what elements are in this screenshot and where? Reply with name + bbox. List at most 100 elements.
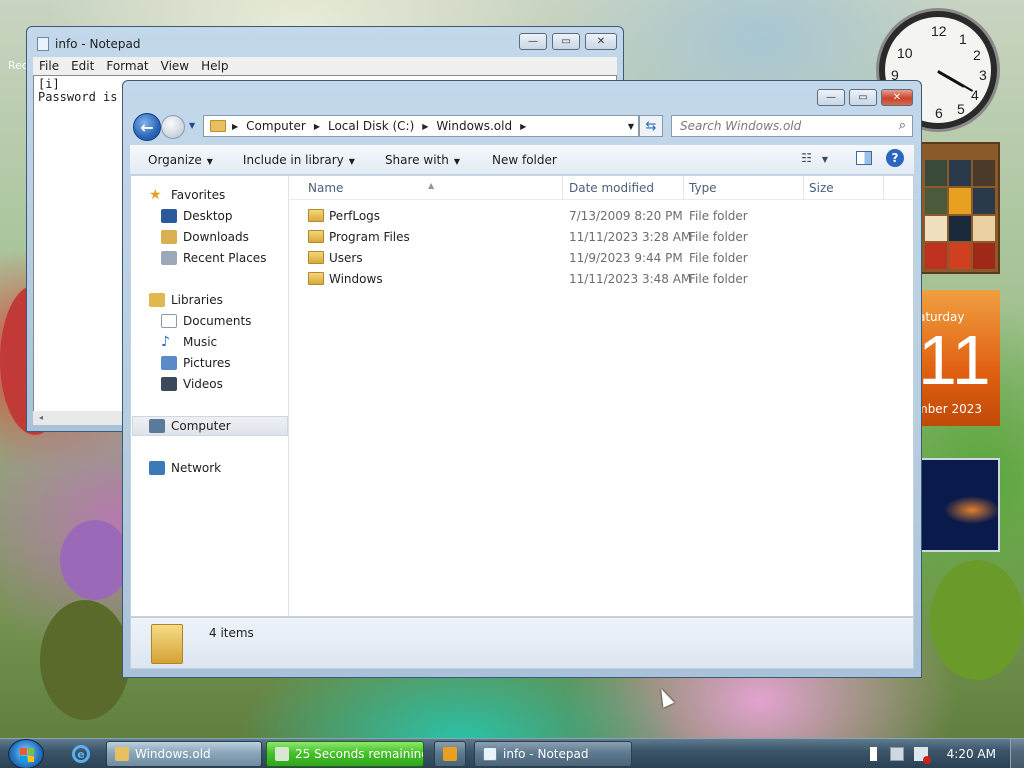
- puzzle-tile[interactable]: [973, 160, 995, 186]
- nav-network-label: Network: [171, 461, 222, 475]
- action-center-flag-icon[interactable]: [869, 747, 880, 761]
- taskbar-timer[interactable]: 25 Seconds remaining: [266, 741, 424, 767]
- nav-documents[interactable]: Documents: [161, 314, 251, 328]
- refresh-button[interactable]: ⇆: [639, 115, 663, 137]
- nav-pictures[interactable]: Pictures: [161, 356, 231, 370]
- chevron-right-icon[interactable]: ▶: [314, 122, 320, 131]
- column-divider[interactable]: [683, 176, 684, 200]
- videos-icon: [161, 377, 177, 391]
- slideshow-gadget[interactable]: [920, 458, 1000, 552]
- nav-videos[interactable]: Videos: [161, 377, 223, 391]
- taskbar-clock[interactable]: 4:20 AM: [947, 747, 996, 761]
- file-date: 7/13/2009 8:20 PM: [569, 209, 683, 223]
- search-input[interactable]: Search Windows.old ⌕: [671, 115, 913, 137]
- address-dropdown-icon[interactable]: ▼: [628, 122, 634, 131]
- network-icon[interactable]: [889, 747, 904, 761]
- nav-network[interactable]: Network: [149, 461, 221, 475]
- puzzle-tile[interactable]: [949, 215, 971, 242]
- help-icon[interactable]: ?: [886, 149, 904, 167]
- puzzle-tile[interactable]: [973, 187, 995, 214]
- preview-pane-icon[interactable]: [856, 151, 872, 165]
- search-icon[interactable]: ⌕: [899, 118, 906, 133]
- nav-documents-label: Documents: [183, 314, 252, 328]
- nav-favorites[interactable]: ★ Favorites: [149, 188, 225, 202]
- nav-music[interactable]: ♪ Music: [161, 335, 217, 349]
- menu-view[interactable]: View: [155, 57, 195, 75]
- column-type[interactable]: Type: [689, 181, 717, 195]
- explorer-window[interactable]: — ▭ ✕ ← ▼ ▶ Computer ▶ Local Disk (C:) ▶…: [122, 80, 922, 678]
- explorer-content: ★ Favorites Desktop Downloads Recent Plac…: [130, 176, 914, 617]
- address-bar[interactable]: ▶ Computer ▶ Local Disk (C:) ▶ Windows.o…: [203, 115, 639, 137]
- column-divider[interactable]: [803, 176, 804, 200]
- nav-computer[interactable]: Computer: [132, 416, 288, 436]
- puzzle-tile[interactable]: [925, 187, 947, 214]
- picture-puzzle-gadget[interactable]: [920, 142, 1000, 274]
- organize-button[interactable]: Organize ▼: [130, 153, 223, 167]
- minimize-button[interactable]: —: [817, 89, 845, 106]
- internet-explorer-icon[interactable]: e: [72, 745, 90, 763]
- puzzle-tile[interactable]: [925, 243, 947, 269]
- start-button[interactable]: [8, 739, 44, 768]
- nav-desktop[interactable]: Desktop: [161, 209, 233, 223]
- volume-muted-icon[interactable]: [913, 747, 931, 764]
- desktop-icon-recycle-bin-label[interactable]: Rec: [8, 59, 28, 72]
- file-row[interactable]: Users 11/9/2023 9:44 PM File folder: [290, 248, 913, 269]
- column-divider[interactable]: [562, 176, 563, 200]
- include-label: Include in library: [242, 152, 344, 167]
- forward-button[interactable]: [161, 115, 185, 139]
- menu-help[interactable]: Help: [195, 57, 234, 75]
- puzzle-tile[interactable]: [925, 215, 947, 242]
- show-desktop-button[interactable]: [1010, 739, 1024, 768]
- column-name[interactable]: Name: [308, 181, 343, 195]
- wallpaper-blob: [930, 560, 1024, 680]
- breadcrumb-computer[interactable]: Computer: [246, 119, 306, 133]
- folder-icon: [308, 251, 324, 264]
- view-options-icon[interactable]: ☷ ▼: [801, 151, 828, 165]
- column-size[interactable]: Size: [809, 181, 834, 195]
- file-row[interactable]: Program Files 11/11/2023 3:28 AM File fo…: [290, 227, 913, 248]
- puzzle-tile[interactable]: [973, 243, 995, 269]
- taskbar-windows-old[interactable]: Windows.old: [106, 741, 262, 767]
- column-divider[interactable]: [883, 176, 884, 200]
- maximize-button[interactable]: ▭: [849, 89, 877, 106]
- nav-libraries[interactable]: Libraries: [149, 293, 223, 307]
- share-with-button[interactable]: Share with ▼: [365, 153, 470, 167]
- chevron-right-icon[interactable]: ▶: [422, 122, 428, 131]
- file-name: Users: [329, 251, 363, 265]
- menu-file[interactable]: File: [33, 57, 65, 75]
- taskbar-media-player[interactable]: [434, 741, 466, 767]
- breadcrumb-local-disk[interactable]: Local Disk (C:): [328, 119, 414, 133]
- include-in-library-button[interactable]: Include in library ▼: [223, 153, 365, 167]
- column-header: Name ▲ Date modified Type Size: [290, 176, 913, 200]
- puzzle-tile[interactable]: [949, 160, 971, 186]
- nav-recent-places[interactable]: Recent Places: [161, 251, 266, 265]
- menu-edit[interactable]: Edit: [65, 57, 100, 75]
- taskbar-notepad[interactable]: info - Notepad: [474, 741, 632, 767]
- close-button[interactable]: ✕: [585, 33, 617, 50]
- clock-number: 12: [931, 23, 947, 39]
- calendar-gadget[interactable]: aturday 11 mber 2023: [920, 290, 1000, 426]
- nav-videos-label: Videos: [183, 377, 223, 391]
- new-folder-button[interactable]: New folder: [470, 153, 567, 167]
- column-date[interactable]: Date modified: [569, 181, 654, 195]
- network-icon: [149, 461, 165, 475]
- minimize-button[interactable]: —: [519, 33, 547, 50]
- file-list: Name ▲ Date modified Type Size PerfLogs …: [290, 176, 913, 616]
- nav-desktop-label: Desktop: [183, 209, 233, 223]
- puzzle-tile[interactable]: [925, 160, 947, 186]
- recent-pages-dropdown-icon[interactable]: ▼: [189, 121, 195, 130]
- puzzle-tile[interactable]: [973, 215, 995, 242]
- breadcrumb-windows-old[interactable]: Windows.old: [436, 119, 512, 133]
- puzzle-tile[interactable]: [949, 187, 971, 214]
- close-button[interactable]: ✕: [881, 89, 913, 106]
- folder-icon: [308, 272, 324, 285]
- menu-format[interactable]: Format: [100, 57, 154, 75]
- chevron-right-icon[interactable]: ▶: [520, 122, 526, 131]
- nav-downloads[interactable]: Downloads: [161, 230, 249, 244]
- back-button[interactable]: ←: [133, 113, 161, 141]
- puzzle-tile[interactable]: [949, 243, 971, 269]
- file-row[interactable]: Windows 11/11/2023 3:48 AM File folder: [290, 269, 913, 290]
- maximize-button[interactable]: ▭: [552, 33, 580, 50]
- chevron-right-icon[interactable]: ▶: [232, 122, 238, 131]
- file-row[interactable]: PerfLogs 7/13/2009 8:20 PM File folder: [290, 206, 913, 227]
